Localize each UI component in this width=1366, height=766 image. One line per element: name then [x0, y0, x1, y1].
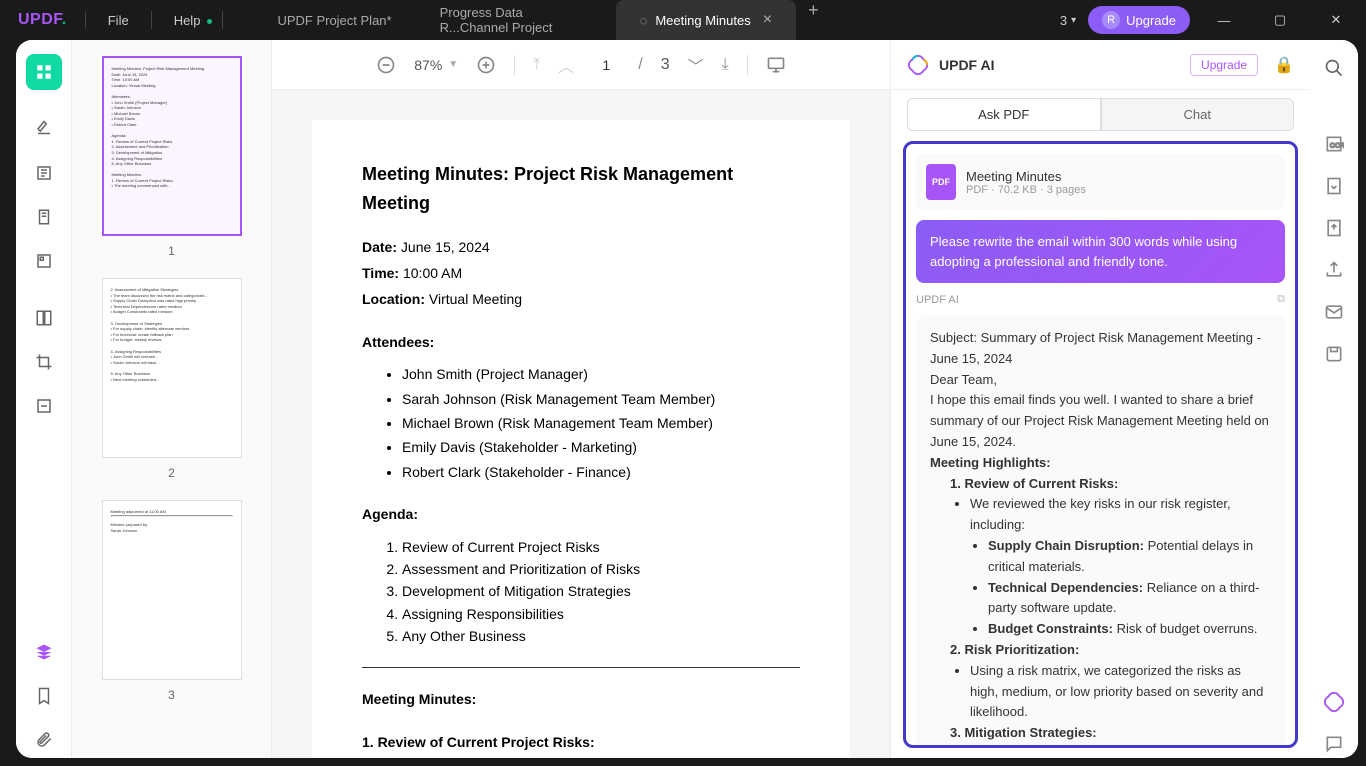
- share-icon[interactable]: [1320, 256, 1348, 284]
- tab-loading-icon: ◌: [640, 13, 648, 28]
- convert-icon[interactable]: [1320, 172, 1348, 200]
- ai-file-card[interactable]: PDF Meeting Minutes PDF · 70.2 KB · 3 pa…: [916, 154, 1285, 210]
- organize-tool-icon[interactable]: [26, 300, 62, 336]
- ai-upgrade-button[interactable]: Upgrade: [1190, 54, 1258, 76]
- tab-meeting-minutes[interactable]: ◌ Meeting Minutes ×: [616, 0, 796, 40]
- form-tool-icon[interactable]: [26, 243, 62, 279]
- doc-title: Meeting Minutes: Project Risk Management…: [362, 160, 800, 218]
- layers-tool-icon[interactable]: [26, 634, 62, 670]
- tab-bar: UPDF Project Plan* Progress Data R...Cha…: [253, 0, 1059, 40]
- export-icon[interactable]: [1320, 214, 1348, 242]
- thumbnail-label: 3: [82, 688, 261, 702]
- tab-progress-data[interactable]: Progress Data R...Channel Project: [416, 0, 616, 40]
- ai-title: UPDF AI: [939, 57, 1180, 73]
- upgrade-button[interactable]: R Upgrade: [1088, 6, 1190, 34]
- ai-header: UPDF AI Upgrade 🔒: [891, 40, 1310, 90]
- thumbnail-label: 1: [82, 244, 261, 258]
- ai-conversation: PDF Meeting Minutes PDF · 70.2 KB · 3 pa…: [903, 141, 1298, 748]
- ai-toggle-icon[interactable]: [1320, 688, 1348, 716]
- presentation-icon[interactable]: [766, 55, 786, 75]
- zoom-out-icon[interactable]: [376, 55, 396, 75]
- prev-page-icon[interactable]: ︿: [558, 53, 574, 77]
- pdf-file-icon: PDF: [926, 164, 956, 200]
- svg-text:OCR: OCR: [1330, 142, 1344, 149]
- thumbnail-page-3[interactable]: Meeting adjourned at 11:00 AMMinutes pre…: [82, 500, 261, 702]
- ai-response: Subject: Summary of Project Risk Managem…: [916, 316, 1285, 748]
- document-viewport[interactable]: Meeting Minutes: Project Risk Management…: [272, 90, 890, 758]
- thumbnail-label: 2: [82, 466, 261, 480]
- document-area: 87% ▼ ⤒ ︿ / 3 ﹀ ⤓ Meeting Minutes: Proje…: [272, 40, 890, 758]
- last-page-icon[interactable]: ⤓: [722, 56, 729, 74]
- ai-file-name: Meeting Minutes: [966, 169, 1086, 184]
- tab-close-icon[interactable]: ×: [763, 11, 772, 29]
- ocr-icon[interactable]: OCR: [1320, 130, 1348, 158]
- copy-icon[interactable]: ⧉: [1277, 293, 1285, 306]
- page-tool-icon[interactable]: [26, 199, 62, 235]
- lock-icon[interactable]: 🔒: [1274, 55, 1294, 75]
- user-avatar: R: [1102, 11, 1120, 29]
- page-separator: /: [638, 56, 642, 74]
- document-toolbar: 87% ▼ ⤒ ︿ / 3 ﹀ ⤓: [272, 40, 890, 90]
- zoom-level[interactable]: 87% ▼: [414, 57, 458, 73]
- email-icon[interactable]: [1320, 298, 1348, 326]
- main-workspace: Meeting Minutes: Project Risk Management…: [16, 40, 1358, 758]
- page-number-input[interactable]: [592, 57, 620, 73]
- ai-tabs: Ask PDF Chat: [891, 90, 1310, 131]
- document-page: Meeting Minutes: Project Risk Management…: [312, 120, 850, 758]
- app-logo: UPDF.: [0, 11, 85, 29]
- highlight-tool-icon[interactable]: [26, 111, 62, 147]
- thumbnails-tool-icon[interactable]: [26, 54, 62, 90]
- notification-count[interactable]: 3 ▾: [1060, 13, 1076, 28]
- thumbnail-page-1[interactable]: Meeting Minutes: Project Risk Management…: [82, 56, 261, 258]
- ai-response-label: UPDF AI ⧉: [916, 293, 1285, 306]
- save-icon[interactable]: [1320, 340, 1348, 368]
- ai-panel: UPDF AI Upgrade 🔒 Ask PDF Chat PDF Meeti…: [890, 40, 1310, 758]
- tab-project-plan[interactable]: UPDF Project Plan*: [253, 0, 415, 40]
- page-total: 3: [661, 56, 670, 74]
- crop-tool-icon[interactable]: [26, 344, 62, 380]
- next-page-icon[interactable]: ﹀: [688, 53, 704, 77]
- zoom-in-icon[interactable]: [476, 55, 496, 75]
- ai-tab-ask-pdf[interactable]: Ask PDF: [907, 98, 1101, 131]
- compress-tool-icon[interactable]: [26, 388, 62, 424]
- thumbnail-panel: Meeting Minutes: Project Risk Management…: [72, 40, 272, 758]
- menu-help[interactable]: Help: [152, 13, 223, 28]
- tab-add-button[interactable]: +: [796, 0, 831, 40]
- attachment-tool-icon[interactable]: [26, 722, 62, 758]
- ai-user-message: Please rewrite the email within 300 word…: [916, 220, 1285, 283]
- thumbnail-page-2[interactable]: 2. Assessment of Mitigation Strategies• …: [82, 278, 261, 480]
- text-tool-icon[interactable]: [26, 155, 62, 191]
- comment-icon[interactable]: [1320, 730, 1348, 758]
- ai-logo-icon: [907, 54, 929, 76]
- window-minimize-icon[interactable]: —: [1202, 0, 1246, 40]
- ai-tab-chat[interactable]: Chat: [1101, 98, 1295, 131]
- first-page-icon[interactable]: ⤒: [533, 56, 540, 74]
- right-toolbar: OCR: [1310, 40, 1358, 758]
- window-close-icon[interactable]: ✕: [1314, 0, 1358, 40]
- ai-file-meta: PDF · 70.2 KB · 3 pages: [966, 184, 1086, 196]
- window-maximize-icon[interactable]: ▢: [1258, 0, 1302, 40]
- titlebar: UPDF. File Help UPDF Project Plan* Progr…: [0, 0, 1366, 40]
- left-toolbar: [16, 40, 72, 758]
- menu-file[interactable]: File: [86, 13, 151, 28]
- search-icon[interactable]: [1320, 54, 1348, 82]
- bookmark-tool-icon[interactable]: [26, 678, 62, 714]
